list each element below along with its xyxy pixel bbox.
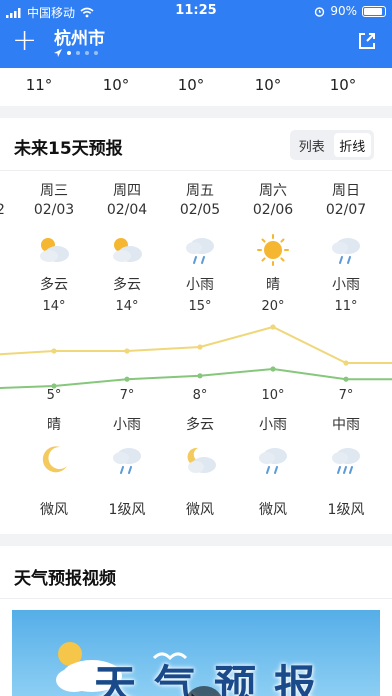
date-label: 02/04 — [106, 202, 148, 218]
battery-percent: 90% — [330, 4, 357, 18]
high-temp: 15° — [188, 299, 212, 314]
weekday-label: 周六 — [259, 183, 287, 199]
page-dot — [67, 51, 71, 55]
view-toggle: 列表 折线 — [290, 130, 374, 160]
video-thumbnail[interactable]: 天气预报 — [12, 610, 380, 696]
low-temp: 7° — [119, 388, 135, 403]
alarm-icon — [315, 6, 325, 17]
high-temp-point — [124, 348, 130, 354]
share-icon[interactable] — [356, 30, 378, 52]
toggle-line-option[interactable]: 折线 — [333, 133, 371, 157]
page-dot — [85, 51, 89, 55]
strip-temp: 10° — [254, 76, 282, 94]
status-right: 90% — [314, 4, 386, 18]
night-condition: 晴 — [47, 417, 61, 433]
wind-label: 微风 — [186, 502, 214, 518]
weekday-label: 周四 — [113, 183, 141, 199]
weekday-label: 周五 — [186, 183, 214, 199]
day-condition: 小雨 — [186, 277, 214, 293]
date-label: 02/07 — [325, 202, 367, 218]
plus-icon[interactable]: + — [12, 26, 37, 56]
wind-label: 微风 — [40, 502, 68, 518]
location-arrow-icon — [54, 49, 62, 57]
play-icon[interactable] — [184, 686, 224, 696]
light-rain-icon — [186, 238, 214, 264]
partly-cloudy-night-icon — [187, 447, 216, 473]
wind-label: 微风 — [259, 502, 287, 518]
divider — [0, 598, 392, 599]
forecast-card: 未来15天预报 列表 折线 2 周三 02/03 多云 14° 5° 晴微风 周四 02/04… — [0, 118, 392, 534]
light-rain-icon — [113, 448, 141, 474]
weekday-label: 周日 — [332, 183, 360, 199]
light-rain-icon — [332, 238, 360, 264]
night-condition: 小雨 — [113, 417, 141, 433]
partly-cloudy-icon — [40, 238, 69, 262]
day-condition: 小雨 — [332, 277, 360, 293]
date-label: 02/03 — [33, 202, 75, 218]
night-condition: 小雨 — [259, 417, 287, 433]
high-temp-point — [51, 348, 57, 354]
low-temp-point — [124, 376, 130, 382]
prev-date-fragment: 2 — [0, 202, 5, 218]
city-name[interactable]: 杭州市 — [54, 24, 105, 49]
moderate-rain-icon — [332, 448, 360, 474]
high-temp-point — [270, 324, 276, 330]
day-condition: 多云 — [113, 277, 141, 293]
high-temp: 14° — [42, 299, 66, 314]
low-temp-point — [270, 366, 276, 372]
video-card: 天气预报视频 天气预报 — [0, 546, 392, 696]
night-condition: 多云 — [186, 417, 214, 433]
light-rain-icon — [259, 448, 287, 474]
high-temp-point — [197, 344, 203, 350]
strip-temp: 10° — [177, 76, 205, 94]
page-indicator — [54, 49, 98, 57]
high-temp: 20° — [261, 299, 285, 314]
low-temp: 7° — [338, 388, 354, 403]
strip-temp: 10° — [329, 76, 357, 94]
date-label: 02/05 — [179, 202, 221, 218]
low-temp: 10° — [261, 388, 285, 403]
toggle-list-option[interactable]: 列表 — [293, 133, 331, 157]
prev-temp-strip: 11° 10° 10° 10° 10° — [0, 64, 392, 106]
day-condition: 晴 — [266, 277, 280, 293]
low-temp-point — [197, 373, 203, 379]
page-dot — [94, 51, 98, 55]
sun-icon — [257, 234, 289, 266]
night-condition: 中雨 — [332, 417, 360, 433]
high-temp-point — [343, 360, 349, 366]
low-temp: 8° — [192, 388, 208, 403]
battery-icon — [362, 5, 386, 17]
moon-icon — [42, 446, 67, 473]
date-label: 02/06 — [252, 202, 294, 218]
high-temp: 14° — [115, 299, 139, 314]
video-card-title: 天气预报视频 — [14, 569, 116, 589]
forecast-title: 未来15天预报 — [14, 139, 123, 159]
app-header: + 杭州市 — [0, 22, 392, 64]
strip-temp: 11° — [25, 76, 53, 94]
weekday-label: 周三 — [40, 183, 68, 199]
high-temp-line — [0, 325, 392, 364]
divider — [0, 170, 392, 171]
low-temp-point — [343, 376, 349, 382]
high-temp: 11° — [334, 299, 358, 314]
page-dot — [76, 51, 80, 55]
low-temp: 5° — [46, 388, 62, 403]
low-temp-line — [0, 367, 392, 390]
strip-temp: 10° — [102, 76, 130, 94]
partly-cloudy-icon — [113, 238, 142, 262]
wind-label: 1级风 — [327, 502, 365, 518]
wind-label: 1级风 — [108, 502, 146, 518]
day-condition: 多云 — [40, 277, 68, 293]
status-bar: 中国移动 11:25 90% — [0, 0, 392, 22]
